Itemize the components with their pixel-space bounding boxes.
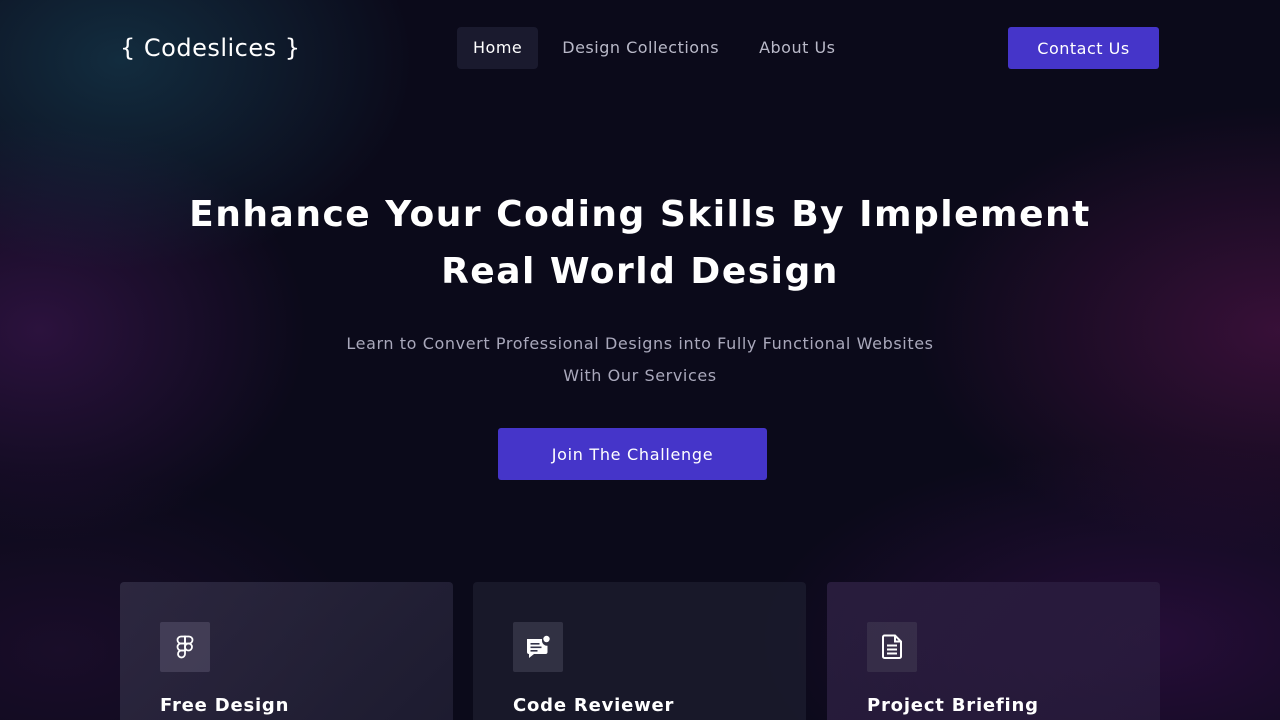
hero-subtitle: Learn to Convert Professional Designs in… (0, 328, 1280, 392)
hero-subtitle-line-2: With Our Services (563, 366, 717, 385)
card-title: Free Design (160, 695, 290, 716)
contact-us-button[interactable]: Contact Us (1008, 27, 1159, 69)
card-title: Project Briefing (867, 695, 1039, 716)
service-card-project-briefing[interactable]: Project Briefing (827, 582, 1160, 720)
hero-subtitle-line-1: Learn to Convert Professional Designs in… (346, 334, 934, 353)
site-logo[interactable]: { Codeslices } (120, 32, 301, 64)
service-card-code-reviewer[interactable]: Code Reviewer (473, 582, 806, 720)
services-cards: Free Design Code Reviewer Project Briefi… (120, 582, 1160, 720)
join-challenge-button[interactable]: Join The Challenge (498, 428, 767, 480)
hero-title-line-2: Real World Design (441, 251, 839, 292)
nav-item-home[interactable]: Home (457, 27, 539, 69)
service-card-free-design[interactable]: Free Design (120, 582, 453, 720)
hero-section: Enhance Your Coding Skills By Implement … (0, 186, 1280, 392)
figma-icon (160, 622, 210, 672)
card-title: Code Reviewer (513, 695, 675, 716)
site-header: { Codeslices } Home Design Collections A… (120, 27, 1160, 69)
hero-title: Enhance Your Coding Skills By Implement … (0, 186, 1280, 300)
nav-item-design-collections[interactable]: Design Collections (546, 27, 735, 69)
document-icon (867, 622, 917, 672)
hero-title-line-1: Enhance Your Coding Skills By Implement (189, 194, 1091, 235)
landing-page: { Codeslices } Home Design Collections A… (0, 0, 1280, 720)
chat-notification-icon (513, 622, 563, 672)
main-nav: Home Design Collections About Us (457, 27, 852, 69)
nav-item-about-us[interactable]: About Us (743, 27, 851, 69)
